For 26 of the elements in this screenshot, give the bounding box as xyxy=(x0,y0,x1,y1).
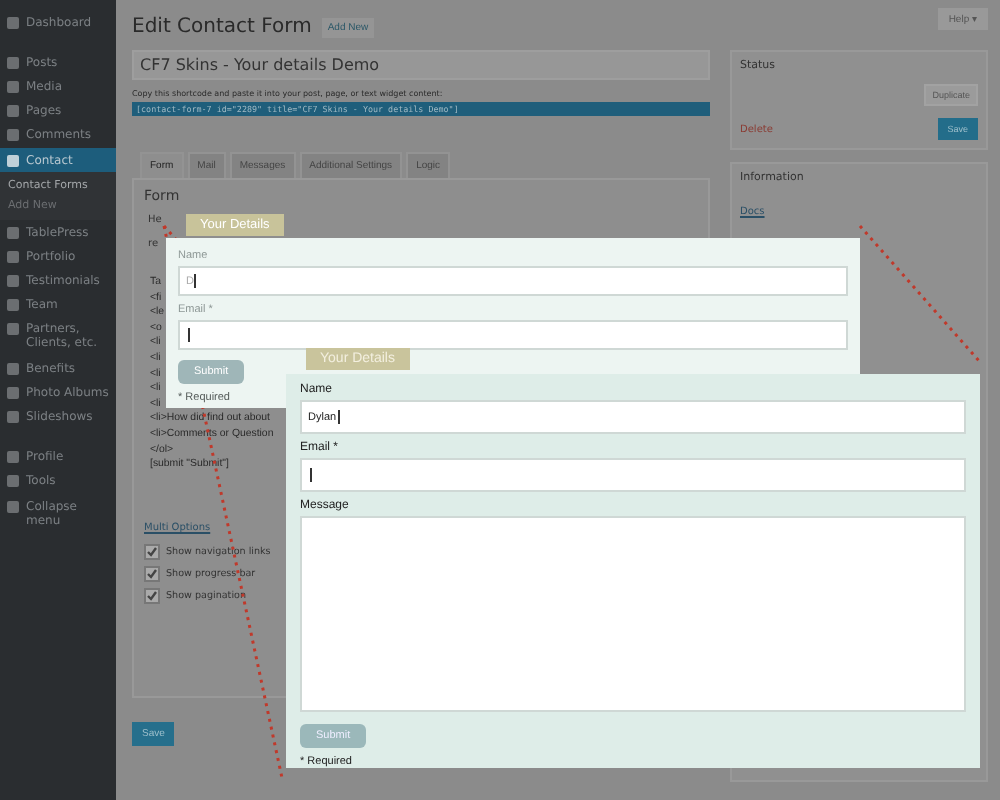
checkbox[interactable] xyxy=(144,566,160,582)
checkbox[interactable] xyxy=(144,588,160,604)
menu-square-icon xyxy=(6,361,20,376)
message-field[interactable] xyxy=(300,516,966,712)
checkbox[interactable] xyxy=(144,544,160,560)
title-field[interactable]: CF7 Skins - Your details Demo xyxy=(132,50,710,80)
menu-square-icon xyxy=(6,225,20,240)
input-field[interactable] xyxy=(178,320,848,350)
menu-square-icon xyxy=(6,474,20,489)
menu-square-icon xyxy=(6,104,20,119)
menu-square-icon xyxy=(6,274,20,289)
menu-square-icon xyxy=(6,128,20,143)
menu-square-icon xyxy=(6,79,20,94)
menu-square-icon xyxy=(6,322,20,337)
menu-square-icon xyxy=(6,499,20,514)
menu-square-icon xyxy=(6,385,20,400)
menu-square-icon xyxy=(6,153,20,168)
input-field[interactable] xyxy=(300,458,966,492)
menu-square-icon xyxy=(6,15,20,30)
leader-line xyxy=(858,225,982,363)
menu-square-icon xyxy=(6,298,20,313)
menu-square-icon xyxy=(6,55,20,70)
menu-square-icon xyxy=(6,450,20,465)
menu-square-icon xyxy=(6,249,20,264)
menu-square-icon xyxy=(6,410,20,425)
page-title: Edit Contact Form xyxy=(132,16,312,38)
